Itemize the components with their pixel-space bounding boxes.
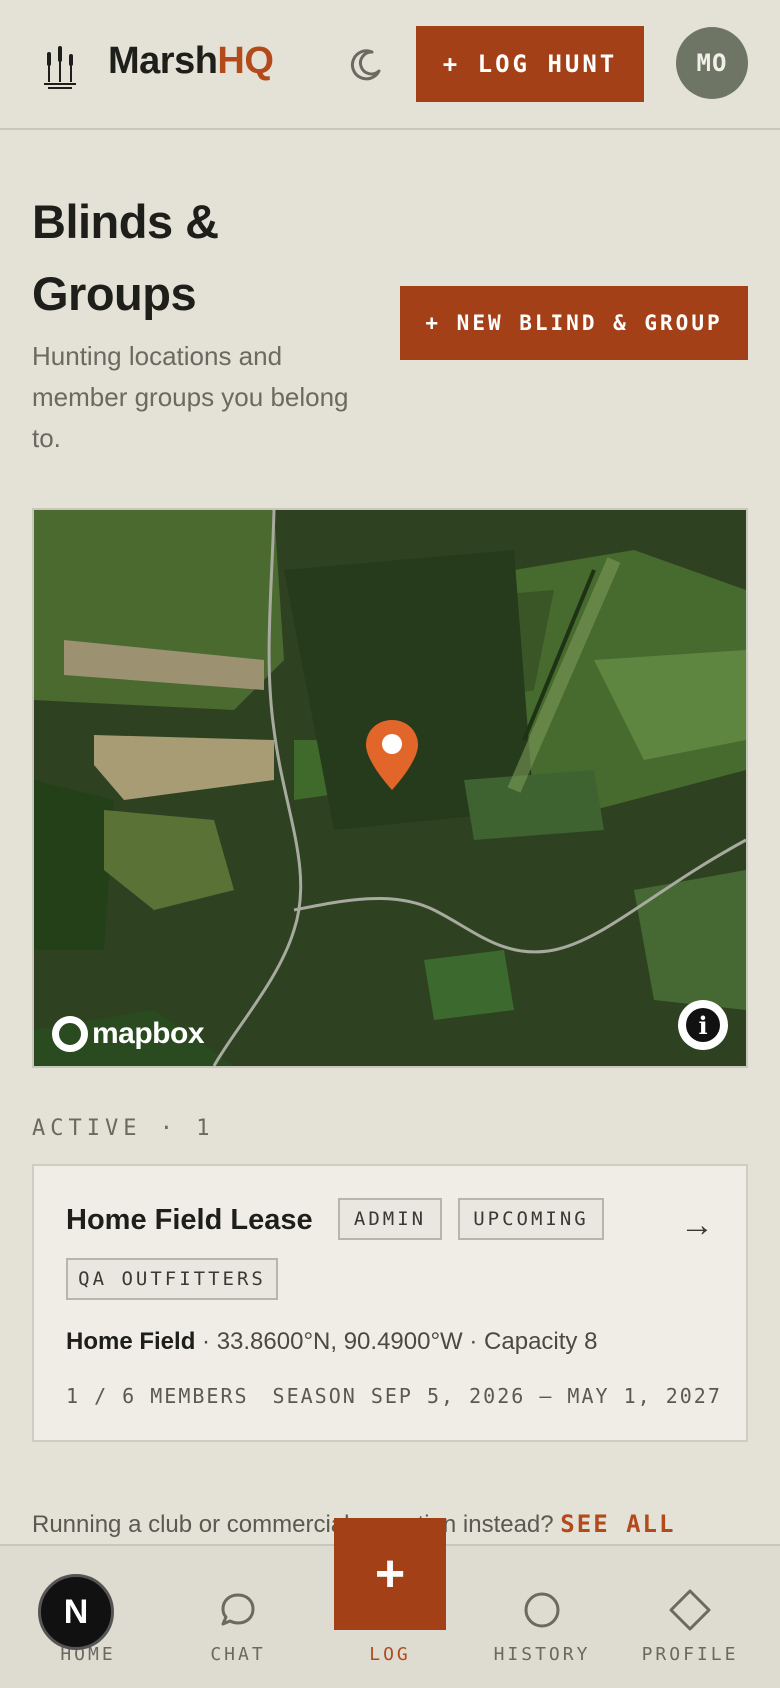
new-blind-group-button[interactable]: + NEW BLIND & GROUP [400, 286, 748, 360]
blinds-map[interactable]: mapbox i [32, 508, 748, 1068]
brand-name[interactable]: MarshHQ [108, 40, 274, 83]
outfitter-badge: QA OUTFITTERS [66, 1258, 278, 1300]
member-count: 1 / 6 MEMBERS [66, 1384, 249, 1408]
cattail-logo-icon [44, 46, 76, 89]
dark-mode-moon-icon[interactable] [348, 46, 384, 82]
see-all-link[interactable]: SEE ALL [560, 1510, 675, 1538]
page-title: Blinds & Groups [32, 195, 219, 320]
plus-icon: + [374, 1545, 406, 1603]
app-header: MarshHQ + LOG HUNT MO [0, 0, 780, 130]
log-hunt-button[interactable]: + LOG HUNT [416, 26, 644, 102]
nav-profile[interactable]: PROFILE [630, 1588, 750, 1665]
active-section-label: ACTIVE · 1 [32, 1116, 215, 1141]
location-pin-icon[interactable] [364, 718, 420, 792]
page-subtitle: Hunting locations and member groups you … [32, 341, 349, 453]
info-icon: i [686, 1008, 720, 1042]
nav-history[interactable]: HISTORY [482, 1588, 602, 1665]
chat-icon [216, 1588, 260, 1632]
group-name: Home Field Lease [66, 1204, 313, 1236]
mapbox-attribution-logo[interactable]: mapbox [34, 1012, 205, 1056]
group-meta: 1 / 6 MEMBERS SEASON SEP 5, 2026 – MAY 1,… [66, 1384, 722, 1408]
circle-icon [520, 1588, 564, 1632]
open-group-arrow-icon[interactable]: → [680, 1206, 714, 1245]
role-badge: ADMIN [338, 1198, 442, 1240]
season-dates: SEASON SEP 5, 2026 – MAY 1, 2027 [272, 1384, 722, 1408]
user-avatar[interactable]: MO [676, 27, 748, 99]
mapbox-logo-icon [52, 1016, 88, 1052]
group-card[interactable]: Home Field Lease ADMIN UPCOMING QA OUTFI… [32, 1164, 748, 1442]
status-badge: UPCOMING [458, 1198, 604, 1240]
map-info-button[interactable]: i [678, 1000, 728, 1050]
log-fab-button[interactable]: + [334, 1518, 446, 1630]
blind-location: Home Field · 33.8600°N, 90.4900°W · Capa… [66, 1328, 598, 1355]
nav-chat[interactable]: CHAT [178, 1588, 298, 1665]
diamond-icon [668, 1588, 712, 1632]
dev-tools-badge[interactable]: N [38, 1574, 114, 1650]
